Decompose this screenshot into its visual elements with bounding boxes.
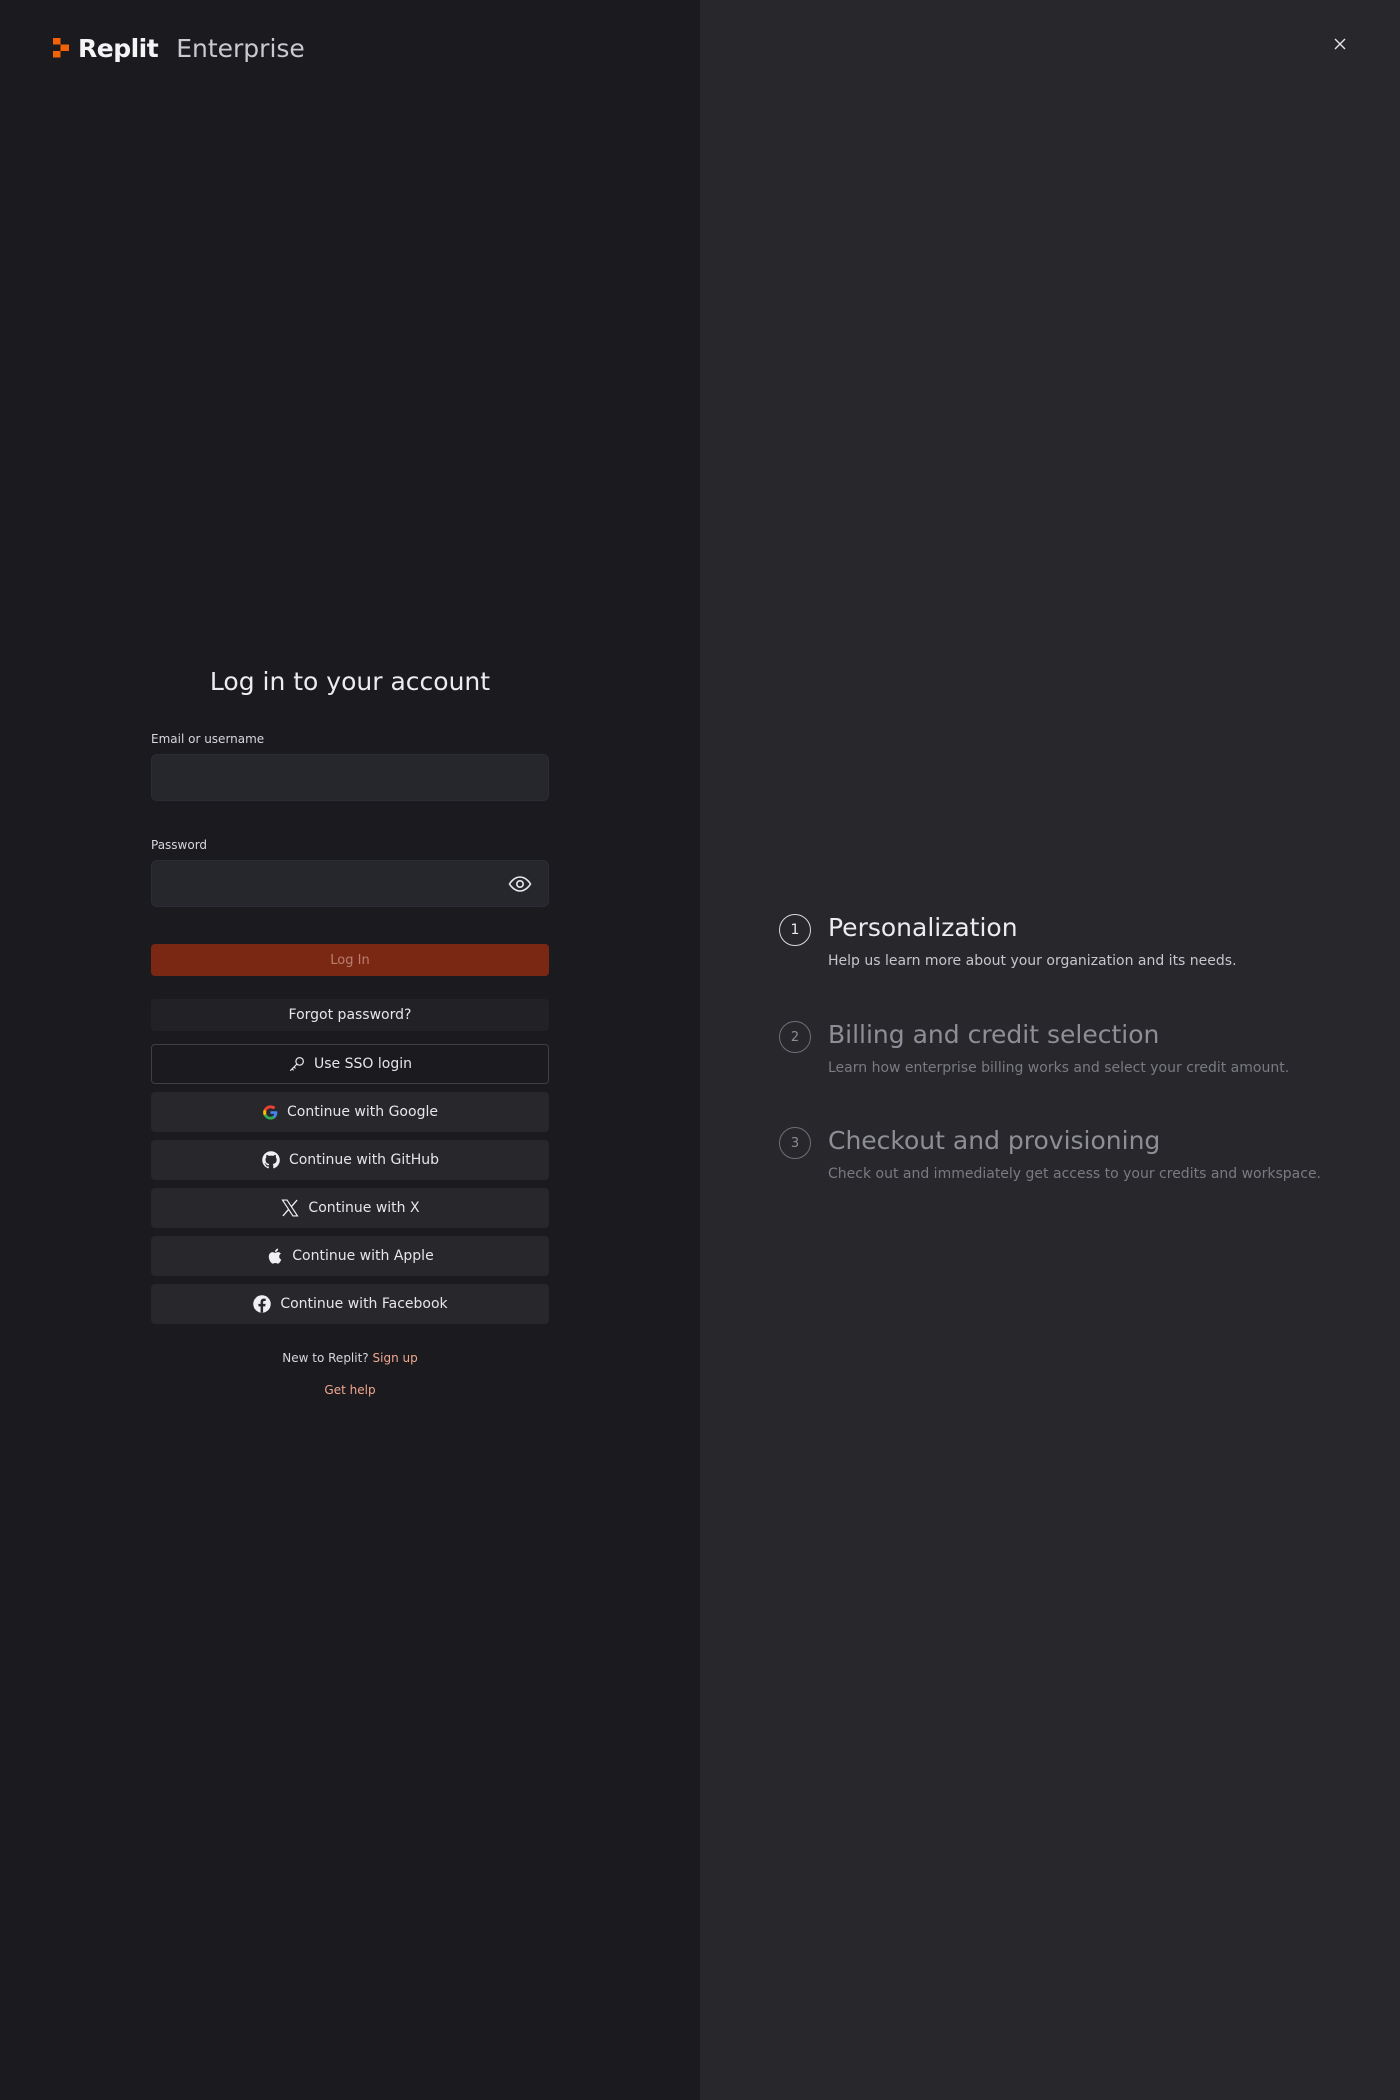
step-title: Checkout and provisioning (828, 1126, 1161, 1155)
close-button[interactable] (1326, 30, 1354, 58)
help-line: Get help (151, 1383, 549, 1397)
signup-link[interactable]: Sign up (373, 1351, 418, 1365)
google-login-label: Continue with Google (287, 1104, 438, 1120)
facebook-login-label: Continue with Facebook (280, 1296, 448, 1312)
x-login-button[interactable]: Continue with X (151, 1188, 549, 1228)
step-number: 2 (779, 1021, 811, 1053)
step-description: Check out and immediately get access to … (828, 1166, 1322, 1182)
brand-logo[interactable]: Replit Enterprise (52, 30, 305, 66)
step-number: 1 (779, 914, 811, 946)
password-field[interactable] (151, 860, 549, 907)
brand-product: Enterprise (176, 33, 305, 63)
google-icon (263, 1104, 278, 1120)
step-title: Billing and credit selection (828, 1020, 1160, 1049)
google-login-button[interactable]: Continue with Google (151, 1092, 549, 1132)
step-description: Help us learn more about your organizati… (828, 953, 1237, 969)
step-personalization: 1 Personalization Help us learn more abo… (779, 913, 1379, 983)
email-field[interactable] (151, 754, 549, 801)
step-number: 3 (779, 1127, 811, 1159)
eye-icon[interactable] (508, 872, 532, 896)
step-description: Learn how enterprise billing works and s… (828, 1060, 1290, 1076)
x-icon (281, 1199, 300, 1217)
step-checkout: 3 Checkout and provisioning Check out an… (779, 1126, 1379, 1196)
replit-logo-icon (53, 38, 69, 58)
page-title: Log in to your account (209, 667, 491, 696)
signup-prompt-text: New to Replit? (282, 1351, 369, 1365)
facebook-login-button[interactable]: Continue with Facebook (151, 1284, 549, 1324)
apple-login-button[interactable]: Continue with Apple (151, 1236, 549, 1276)
github-login-label: Continue with GitHub (288, 1152, 440, 1168)
page: Replit Enterprise Log in to your account… (0, 0, 1400, 2100)
signup-prompt: New to Replit? Sign up (151, 1351, 549, 1365)
brand-name: Replit (78, 33, 159, 63)
login-form: Log in to your account Email or username… (151, 660, 549, 1397)
get-help-link[interactable]: Get help (324, 1383, 375, 1397)
github-login-button[interactable]: Continue with GitHub (151, 1140, 549, 1180)
login-button[interactable]: Log In (151, 944, 549, 976)
facebook-icon (253, 1295, 272, 1313)
login-panel: Replit Enterprise Log in to your account… (0, 0, 700, 2100)
step-title: Personalization (828, 913, 1018, 942)
key-icon (289, 1057, 304, 1072)
apple-icon (269, 1248, 282, 1264)
forgot-password-button[interactable]: Forgot password? (151, 999, 549, 1031)
password-label: Password (151, 838, 208, 852)
sso-login-button[interactable]: Use SSO login (151, 1044, 549, 1084)
apple-login-label: Continue with Apple (292, 1248, 434, 1264)
close-icon (1334, 38, 1346, 50)
github-icon (262, 1151, 280, 1169)
email-label: Email or username (151, 732, 265, 746)
step-billing: 2 Billing and credit selection Learn how… (779, 1020, 1379, 1090)
x-login-label: Continue with X (308, 1200, 420, 1216)
sso-login-label: Use SSO login (314, 1056, 412, 1072)
